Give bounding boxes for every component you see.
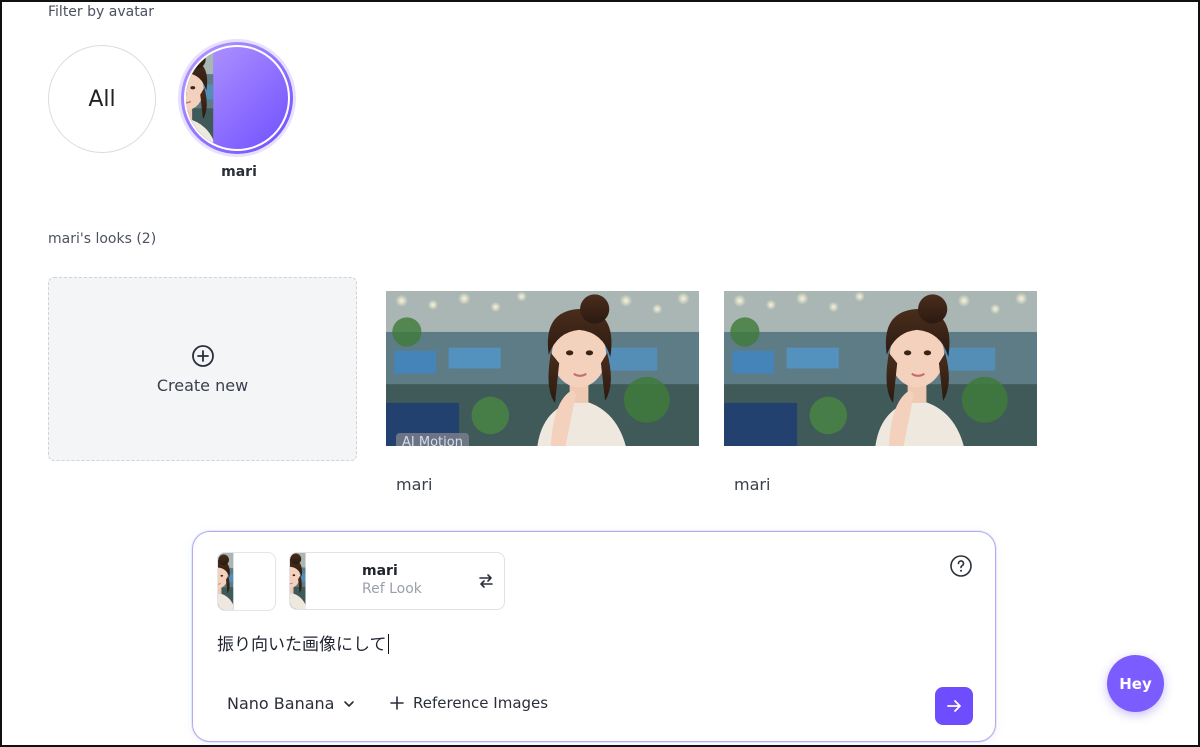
look-name: mari (396, 475, 433, 494)
looks-heading: mari's looks (2) (48, 231, 157, 247)
look-name: mari (734, 475, 771, 494)
avatar-image (184, 45, 290, 151)
filter-label: Filter by avatar (48, 4, 155, 20)
model-select-value: Nano Banana (227, 694, 335, 713)
plus-circle-icon (191, 344, 214, 367)
ref-look-subtitle: Ref Look (362, 581, 422, 597)
avatar-name-label: mari (221, 164, 257, 180)
look-card-image[interactable]: AI Motion (386, 291, 699, 446)
swap-icon[interactable] (476, 571, 496, 591)
prompt-input[interactable]: 振り向いた画像にして (217, 630, 389, 655)
avatar-thumbnail[interactable] (217, 552, 276, 611)
avatar-filter-mari[interactable] (181, 42, 293, 154)
arrow-right-icon (947, 700, 961, 712)
chevron-down-icon (344, 700, 355, 707)
plus-icon (390, 696, 404, 710)
create-new-label: Create new (156, 375, 249, 395)
prompt-input-text: 振り向いた画像にして (217, 635, 387, 655)
look-card-image[interactable] (724, 291, 1037, 446)
ref-look-thumbnail (290, 553, 348, 609)
prompt-composer: mari Ref Look 振り向いた画像にして Nano Banana Ref… (192, 531, 996, 742)
model-select-dropdown[interactable]: Nano Banana (227, 694, 356, 713)
chat-widget-button[interactable]: Hey (1107, 655, 1164, 712)
text-caret (387, 634, 389, 654)
send-button[interactable] (935, 687, 973, 725)
reference-images-label: Reference Images (413, 694, 549, 712)
add-reference-images-button[interactable]: Reference Images (389, 694, 548, 712)
ref-look-chip[interactable]: mari Ref Look (289, 552, 505, 610)
ai-motion-badge: AI Motion (396, 433, 469, 446)
avatar-filter-all[interactable]: All (48, 45, 156, 153)
help-icon[interactable] (949, 554, 973, 578)
ref-look-name: mari (362, 563, 398, 579)
create-new-look-button[interactable]: Create new (48, 277, 357, 461)
